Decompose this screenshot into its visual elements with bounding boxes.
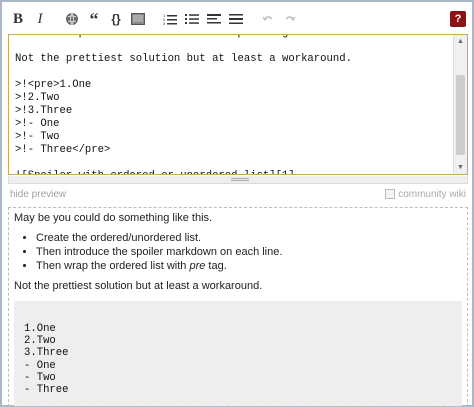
editor-line[interactable]: >!3.Three — [15, 105, 449, 118]
image-icon — [131, 13, 145, 25]
code-line: 3.Three — [24, 347, 69, 360]
bold-button[interactable]: B — [8, 9, 28, 29]
preview-bar: hide preview community wiki — [10, 187, 466, 201]
editor-line[interactable] — [15, 157, 449, 170]
editor-line[interactable]: Not the prettiest solution but at least … — [15, 53, 449, 66]
post-preview: May be you could do something like this.… — [8, 207, 468, 407]
link-button[interactable] — [62, 9, 82, 29]
help-button[interactable]: ? — [450, 11, 466, 27]
italic-button[interactable]: I — [30, 9, 50, 29]
code-button[interactable]: {} — [106, 9, 126, 29]
toolbar-separator — [52, 9, 62, 29]
horizontal-rule-button[interactable] — [226, 9, 246, 29]
toolbar-separator — [248, 9, 258, 29]
redo-button[interactable] — [280, 9, 300, 29]
editor-line[interactable] — [15, 66, 449, 79]
code-line: 1.One — [24, 323, 56, 335]
ordered-list-button[interactable]: 1 2 3 — [160, 9, 180, 29]
editor-line[interactable]: >!2.Two — [15, 92, 449, 105]
community-wiki-label: community wiki — [398, 188, 466, 200]
bulleted-list-button[interactable] — [182, 9, 202, 29]
community-wiki-option[interactable]: community wiki — [385, 189, 466, 200]
preview-intro: May be you could do something like this. — [14, 212, 213, 224]
editor-toolbar: B I “ {} 1 2 3 ? — [8, 8, 466, 30]
quote-icon: “ — [89, 9, 99, 29]
globe-link-icon — [66, 12, 78, 26]
scroll-up-arrow-icon[interactable]: ▲ — [454, 35, 467, 48]
code-line: 2.Two — [24, 335, 56, 348]
list-item-text: tag. — [205, 260, 227, 272]
grip-handle-icon — [231, 178, 249, 181]
editor-line[interactable]: >!- One — [15, 118, 449, 131]
image-button[interactable] — [128, 9, 148, 29]
list-item-emphasis: pre — [189, 260, 206, 272]
preview-outro: Not the prettiest solution but at least … — [14, 280, 263, 292]
bulleted-list-icon — [185, 14, 199, 24]
scroll-down-arrow-icon[interactable]: ▼ — [454, 161, 467, 174]
list-item: Then wrap the ordered list with pre tag. — [36, 259, 462, 273]
list-item-text: Then wrap the ordered list with — [36, 260, 190, 272]
horizontal-rule-icon — [229, 14, 243, 24]
editor-text[interactable]: - Then wrap the ordered list with `pre` … — [15, 35, 449, 174]
preview-bullet-list: Create the ordered/unordered list. Then … — [36, 231, 462, 273]
preview-code-block: 1.One 2.Two 3.Three - One - Two - Three — [14, 301, 462, 406]
blockquote-button[interactable]: “ — [84, 9, 104, 29]
heading-icon — [207, 14, 221, 24]
undo-button[interactable] — [258, 9, 278, 29]
editor-line[interactable]: ![Spoiler with ordered or unordered list… — [15, 170, 449, 174]
editor-line[interactable] — [15, 40, 449, 53]
code-line: - Two — [24, 371, 56, 384]
editor-scrollbar[interactable]: ▲ ▼ — [453, 35, 467, 174]
editor-line[interactable]: >!- Two — [15, 131, 449, 144]
code-braces-icon: {} — [111, 12, 121, 26]
list-item: Create the ordered/unordered list. — [36, 231, 462, 245]
toolbar-separator — [150, 9, 160, 29]
scroll-thumb[interactable] — [456, 75, 465, 155]
svg-text:3: 3 — [163, 21, 166, 25]
redo-icon — [285, 16, 296, 22]
editor-line[interactable]: >!<pre>1.One — [15, 79, 449, 92]
ordered-list-icon: 1 2 3 — [163, 13, 177, 25]
list-item: Then introduce the spoiler markdown on e… — [36, 245, 462, 259]
hide-preview-link[interactable]: hide preview — [10, 189, 66, 200]
code-line: - Three — [24, 384, 69, 397]
heading-button[interactable] — [204, 9, 224, 29]
code-line: - One — [24, 359, 56, 372]
community-wiki-checkbox[interactable] — [385, 189, 396, 199]
editor-resize-grip[interactable] — [8, 176, 468, 184]
markdown-editor[interactable]: - Then wrap the ordered list with `pre` … — [8, 34, 468, 175]
undo-icon — [262, 16, 273, 22]
editor-line[interactable]: >!- Three</pre> — [15, 144, 449, 157]
